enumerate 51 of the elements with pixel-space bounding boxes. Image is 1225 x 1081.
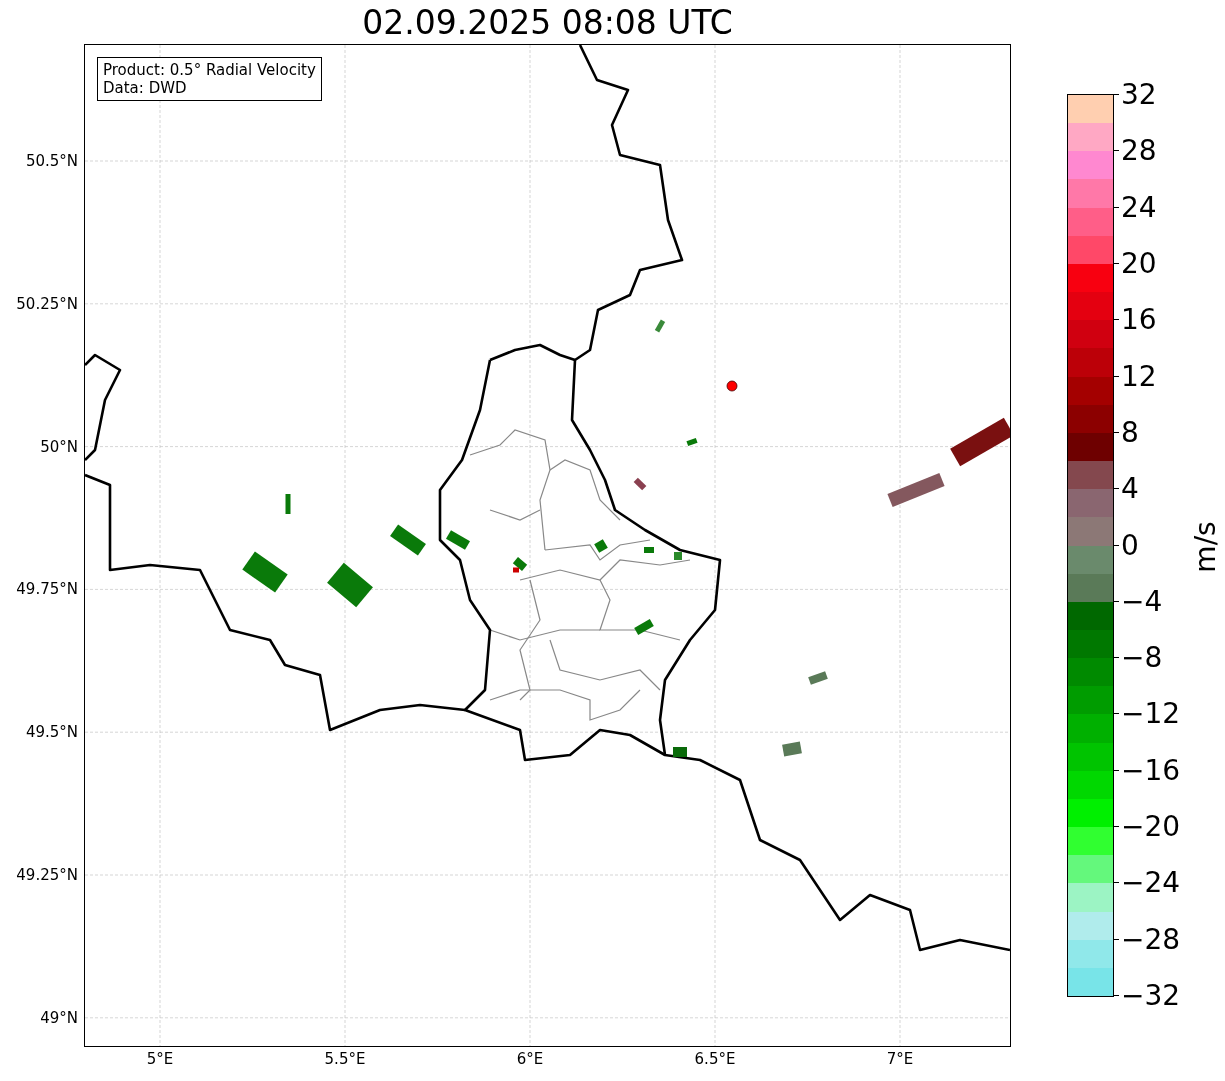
tick-mark [1113, 431, 1119, 433]
tick-mark [1113, 375, 1119, 377]
tick-mark [1113, 657, 1119, 659]
tick-mark [1113, 769, 1119, 771]
colorbar-tick-label: 0 [1121, 528, 1139, 563]
colorbar-tick-label: 28 [1121, 134, 1157, 169]
tick-mark [1113, 713, 1119, 715]
tick-mark [1113, 262, 1119, 264]
tick-mark [1113, 826, 1119, 828]
axis-tick-label: 5.5°E [323, 1050, 367, 1068]
axis-tick-label: 49.75°N [15, 579, 78, 600]
axis-tick-label: 50°N [39, 436, 78, 457]
colorbar-tick-label: 4 [1121, 472, 1139, 507]
chart-title: 02.09.2025 08:08 UTC [361, 3, 734, 43]
axis-tick-label: 6°E [515, 1050, 545, 1068]
tick-mark [1113, 94, 1119, 95]
colorbar-tick-label: −8 [1121, 641, 1163, 676]
axis-tick-label: 49.5°N [24, 722, 78, 743]
colorbar-tick-label: −12 [1121, 697, 1181, 732]
tick-mark [1113, 544, 1119, 546]
colorbar-tick-label: 12 [1121, 359, 1157, 394]
axis-tick-label: 5°E [145, 1050, 175, 1068]
colorbar-tick-label: −4 [1121, 584, 1163, 619]
colorbar-tick-label: −28 [1121, 922, 1181, 957]
colorbar-label: m/s [1188, 521, 1223, 573]
tick-mark [1113, 995, 1119, 996]
axis-tick-label: 49°N [39, 1007, 78, 1028]
colorbar-tick-label: 16 [1121, 303, 1157, 338]
tick-mark [1113, 488, 1119, 490]
axis-tick-label: 49.25°N [15, 865, 78, 885]
colorbar-tick-label: 8 [1121, 415, 1139, 450]
colorbar-tick-label: 24 [1121, 190, 1157, 225]
info-text: Product: 0.5° Radial Velocity [103, 61, 316, 79]
tick-mark [1113, 150, 1119, 152]
colorbar-tick-label: −32 [1121, 979, 1181, 1013]
info-text: Data: DWD [103, 79, 188, 97]
tick-mark [1113, 882, 1119, 884]
colorbar-tick-label: 32 [1121, 78, 1157, 112]
radar-site-marker [726, 380, 738, 392]
tick-mark [1113, 319, 1119, 321]
tick-mark [1113, 938, 1119, 940]
tick-mark [1113, 206, 1119, 208]
axis-tick-label: 50.5°N [24, 151, 78, 171]
axis-tick-label: 7°E [885, 1050, 915, 1068]
colorbar-tick-label: −24 [1121, 866, 1181, 901]
axis-tick-label: 50.25°N [15, 293, 78, 314]
colorbar-tick-label: −16 [1121, 753, 1181, 788]
axis-tick-label: 6.5°E [693, 1050, 737, 1068]
tick-mark [1113, 600, 1119, 602]
colorbar-tick-label: −20 [1121, 810, 1181, 845]
colorbar-tick-label: 20 [1121, 246, 1157, 281]
